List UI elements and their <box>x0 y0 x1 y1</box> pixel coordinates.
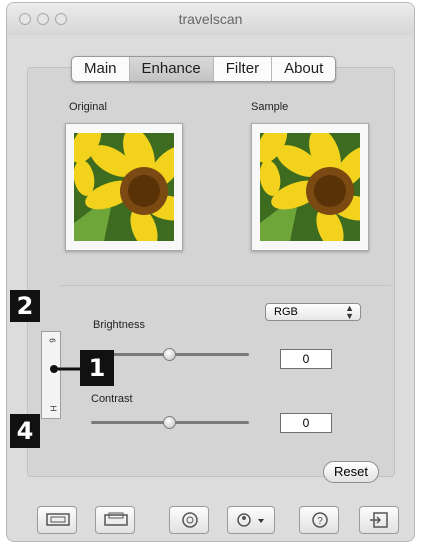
color-mode-select[interactable]: RGB ▲ ▼ <box>265 303 361 321</box>
travelscan-window: travelscan Main Enhance Filter About Ori… <box>6 2 415 542</box>
tab-about[interactable]: About <box>272 57 335 81</box>
sample-sunflower-image <box>260 133 360 241</box>
contrast-value-field[interactable]: 0 <box>280 413 332 433</box>
tab-filter[interactable]: Filter <box>214 57 273 81</box>
vertical-slider-bottom-tick: H <box>48 405 58 412</box>
preview-icon <box>104 512 128 526</box>
scan-icon <box>46 513 70 526</box>
sample-label: Sample <box>251 101 289 113</box>
brightness-slider-knob[interactable] <box>163 348 176 361</box>
callout-1: 1 <box>80 350 114 386</box>
quit-icon <box>370 512 388 528</box>
help-button[interactable]: ? <box>299 506 339 534</box>
quit-button[interactable] <box>359 506 399 534</box>
callout-2: 2 <box>10 290 40 322</box>
vertical-slider-top-tick: 6 <box>47 338 57 343</box>
original-sunflower-image <box>74 133 174 241</box>
fullauto-icon <box>237 513 264 527</box>
original-label: Original <box>69 101 107 113</box>
window-title: travelscan <box>178 11 243 27</box>
refresh-button[interactable] <box>169 506 209 534</box>
color-mode-value: RGB <box>274 306 298 318</box>
contrast-label: Contrast <box>91 393 133 405</box>
title-bar: travelscan <box>7 3 414 35</box>
sample-preview-frame <box>251 123 369 251</box>
brightness-value-field[interactable]: 0 <box>280 349 332 369</box>
callout-1-pointer <box>50 365 84 373</box>
preview-button[interactable] <box>95 506 135 534</box>
original-preview-frame <box>65 123 183 251</box>
tab-enhance[interactable]: Enhance <box>129 57 214 81</box>
svg-text:?: ? <box>317 516 323 527</box>
scan-button[interactable] <box>37 506 77 534</box>
reset-button[interactable]: Reset <box>323 461 379 483</box>
contrast-slider-knob[interactable] <box>163 416 176 429</box>
fullauto-menu-button[interactable] <box>227 506 275 534</box>
tab-bar: Main Enhance Filter About <box>71 56 337 82</box>
updown-arrows-icon: ▲ ▼ <box>345 303 354 321</box>
brightness-label: Brightness <box>93 319 145 331</box>
callout-4: 4 <box>10 414 40 448</box>
tab-main[interactable]: Main <box>72 57 130 81</box>
refresh-icon <box>182 512 198 528</box>
help-icon: ? <box>312 512 328 528</box>
